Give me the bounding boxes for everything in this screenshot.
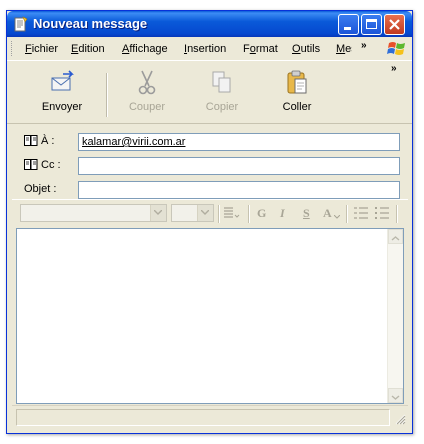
italic-button[interactable]: I: [280, 206, 285, 221]
cc-row: Cc :: [7, 157, 412, 177]
close-icon: [389, 19, 400, 30]
toolbar-overflow-chevron[interactable]: »: [391, 63, 397, 74]
chevron-down-icon: [201, 210, 209, 215]
format-separator: [396, 205, 398, 223]
compose-window: Nouveau message Fichier Edition Affichag…: [6, 10, 413, 434]
scroll-down-button[interactable]: [388, 388, 403, 403]
font-dropdown[interactable]: [20, 204, 167, 222]
status-bar: [12, 405, 408, 428]
bold-button[interactable]: G: [257, 206, 266, 221]
paste-icon: [287, 70, 307, 94]
scroll-up-button[interactable]: [388, 229, 403, 244]
resize-grip-icon[interactable]: [394, 413, 406, 425]
windows-logo-icon: [387, 42, 405, 55]
to-input[interactable]: kalamar@virii.com.ar: [78, 133, 400, 151]
format-separator: [346, 205, 348, 223]
menu-messages[interactable]: Mes: [336, 43, 352, 55]
underline-button[interactable]: S: [303, 206, 310, 221]
to-row: À : kalamar@virii.com.ar: [7, 133, 412, 153]
title-bar[interactable]: Nouveau message: [7, 11, 412, 37]
minimize-icon: [344, 27, 351, 30]
scroll-up-icon: [391, 236, 400, 241]
minimize-button[interactable]: [338, 14, 359, 35]
main-toolbar: » Envoyer Couper Copier Coller: [7, 61, 412, 124]
vertical-scrollbar[interactable]: [387, 229, 403, 403]
menu-format[interactable]: Format: [243, 43, 278, 55]
status-panel: [16, 409, 390, 426]
paste-label: Coller: [282, 101, 312, 113]
menu-overflow-chevron[interactable]: »: [361, 40, 367, 51]
menu-affichage[interactable]: Affichage: [122, 43, 168, 55]
format-separator: [218, 205, 220, 223]
message-body[interactable]: [16, 228, 404, 404]
close-button[interactable]: [384, 14, 405, 35]
format-toolbar: G I S A: [12, 199, 408, 228]
toolbar-separator: [106, 73, 108, 117]
address-book-icon: [24, 159, 38, 170]
menu-insertion[interactable]: Insertion: [184, 43, 226, 55]
copy-label: Copier: [205, 101, 239, 113]
send-label: Envoyer: [41, 101, 83, 113]
font-dropdown-arrow[interactable]: [150, 205, 166, 221]
paste-button[interactable]: Coller: [262, 69, 332, 121]
window-title: Nouveau message: [33, 16, 148, 31]
scroll-down-icon: [391, 395, 400, 400]
format-separator: [248, 205, 250, 223]
menubar-grip[interactable]: [11, 41, 15, 56]
new-message-icon: [14, 16, 28, 32]
size-dropdown[interactable]: [171, 204, 214, 222]
subject-row: Objet :: [7, 181, 412, 201]
address-book-icon: [24, 135, 38, 146]
subject-input[interactable]: [78, 181, 400, 199]
cut-button[interactable]: Couper: [112, 69, 182, 121]
header-fields: À : kalamar@virii.com.ar Cc : Objet :: [7, 124, 412, 201]
menu-edition[interactable]: Edition: [71, 43, 105, 55]
bullet-list-icon[interactable]: [374, 206, 390, 220]
send-icon: [51, 70, 74, 91]
size-dropdown-arrow[interactable]: [197, 205, 213, 221]
to-recipient[interactable]: kalamar@virii.com.ar: [82, 136, 185, 148]
scissors-icon: [138, 70, 156, 95]
send-button[interactable]: Envoyer: [27, 69, 97, 121]
menu-fichier[interactable]: Fichier: [25, 43, 58, 55]
cut-label: Couper: [128, 101, 166, 113]
menu-bar: Fichier Edition Affichage Insertion Form…: [7, 37, 412, 61]
maximize-button[interactable]: [361, 14, 382, 35]
cc-label[interactable]: Cc :: [24, 159, 61, 171]
menu-outils[interactable]: Outils: [292, 43, 320, 55]
font-color-button[interactable]: A: [323, 206, 332, 221]
chevron-down-icon: [154, 210, 162, 215]
copy-button[interactable]: Copier: [187, 69, 257, 121]
copy-icon: [212, 71, 231, 93]
color-dropdown-arrow-icon[interactable]: [334, 215, 340, 220]
numbered-list-icon[interactable]: [353, 206, 369, 220]
paragraph-style-icon[interactable]: [223, 206, 241, 220]
to-label[interactable]: À :: [24, 135, 54, 147]
maximize-icon: [366, 19, 377, 29]
subject-label: Objet :: [24, 183, 57, 195]
cc-input[interactable]: [78, 157, 400, 175]
